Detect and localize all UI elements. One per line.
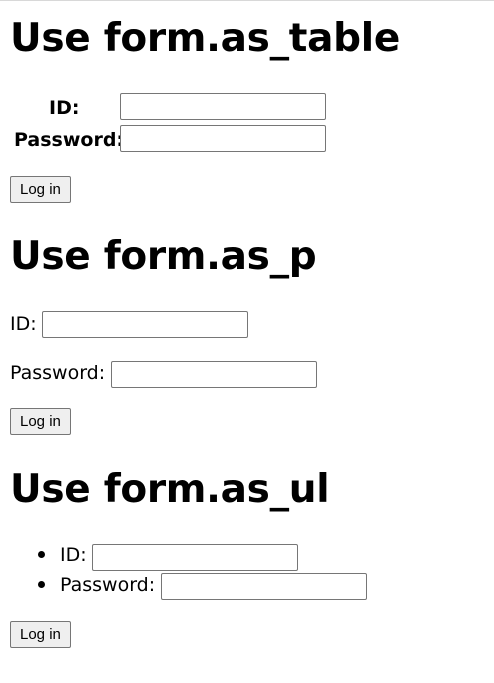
as-p-password-label: Password:: [10, 362, 106, 384]
as-ul-id-label: ID:: [60, 544, 87, 566]
list-bullet: [38, 581, 45, 588]
as-table-password-label: Password:: [14, 129, 125, 151]
as-p-id-input[interactable]: [42, 311, 248, 338]
as-p-id-label: ID:: [10, 313, 37, 335]
as-ul-password-input[interactable]: [161, 573, 367, 600]
heading-as-p: Use form.as_p: [10, 234, 317, 279]
as-table-id-input[interactable]: [120, 93, 326, 120]
as-p-password-input[interactable]: [111, 361, 317, 388]
heading-as-ul: Use form.as_ul: [10, 467, 330, 512]
as-p-login-button[interactable]: Log in: [10, 408, 71, 435]
window-top-border: [0, 0, 494, 1]
as-ul-id-input[interactable]: [92, 544, 298, 571]
as-table-login-button[interactable]: Log in: [10, 176, 71, 203]
as-table-password-input[interactable]: [120, 125, 326, 152]
as-ul-login-button[interactable]: Log in: [10, 621, 71, 648]
as-table-id-label: ID:: [49, 97, 80, 119]
heading-as-table: Use form.as_table: [10, 16, 400, 61]
as-ul-password-label: Password:: [60, 574, 156, 596]
list-bullet: [38, 551, 45, 558]
